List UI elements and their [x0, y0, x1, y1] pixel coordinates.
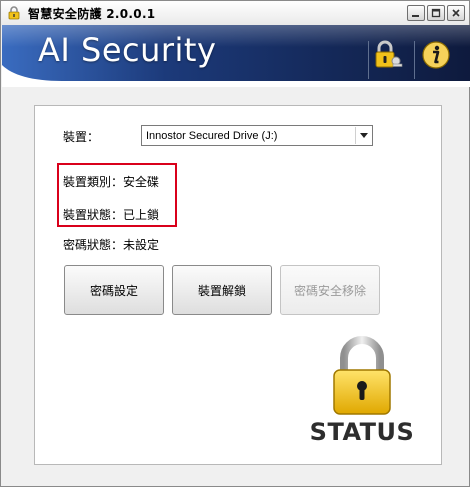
device-select-value: Innostor Secured Drive (J:) — [146, 129, 278, 142]
set-password-button[interactable]: 密碼設定 — [64, 265, 164, 315]
device-state-text: 裝置狀態：已上鎖 — [63, 208, 160, 222]
main-panel: 裝置： Innostor Secured Drive (J:) 裝置類別：安全碟… — [34, 105, 442, 465]
header-banner: AI Security — [2, 25, 470, 87]
unlock-device-button[interactable]: 裝置解鎖 — [172, 265, 272, 315]
close-button[interactable] — [447, 5, 465, 21]
maximize-button[interactable] — [427, 5, 445, 21]
device-label: 裝置： — [63, 130, 100, 144]
close-icon — [452, 9, 460, 17]
info-button[interactable] — [420, 39, 458, 77]
password-state-text: 密碼狀態：未設定 — [63, 238, 160, 252]
info-icon — [422, 41, 450, 69]
device-select[interactable]: Innostor Secured Drive (J:) — [141, 125, 373, 146]
app-lock-icon — [6, 5, 22, 21]
minimize-icon — [412, 15, 419, 17]
banner-title: AI Security — [38, 31, 217, 69]
lock-key-icon — [375, 40, 403, 68]
window-title: 智慧安全防護 2.0.0.1 — [28, 6, 156, 21]
status-label: STATUS — [309, 418, 415, 446]
remove-password-button[interactable]: 密碼安全移除 — [280, 265, 380, 315]
title-bar: 智慧安全防護 2.0.0.1 — [1, 1, 469, 25]
app-window: 智慧安全防護 2.0.0.1 AI Security 裝置： Innostor … — [0, 0, 470, 487]
minimize-button[interactable] — [407, 5, 425, 21]
maximize-icon — [431, 8, 441, 18]
chevron-down-icon[interactable] — [355, 127, 371, 144]
device-row: 裝置： Innostor Secured Drive (J:) — [63, 125, 373, 146]
device-type-text: 裝置類別：安全碟 — [63, 175, 160, 189]
lock-settings-button[interactable] — [372, 39, 410, 77]
